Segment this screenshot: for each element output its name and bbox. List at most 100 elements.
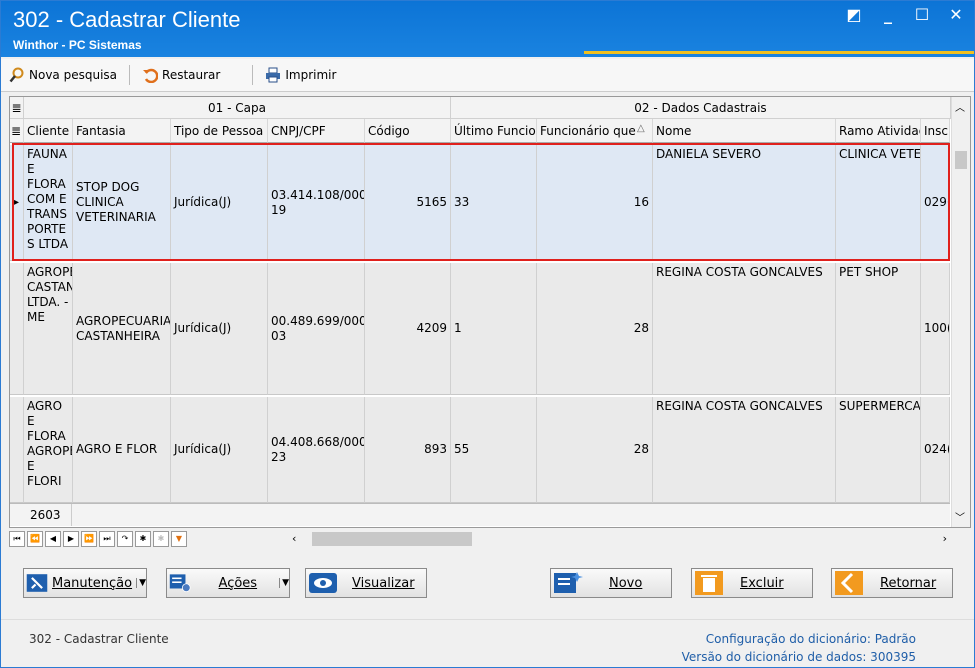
status-screen-name: 302 - Cadastrar Cliente [29,632,169,646]
acoes-dropdown-icon[interactable]: ▼ [279,578,289,588]
search-icon [9,67,24,83]
restore-layout-icon[interactable]: ◩ [846,7,862,23]
col-nome[interactable]: Nome [653,119,836,143]
last-record-icon[interactable]: ⏭ [99,531,115,547]
cancel-edit-icon[interactable]: ✱ [153,531,169,547]
eye-icon [309,573,337,593]
actions-icon [169,574,191,593]
cell-funcionario: 28 [537,397,653,503]
novo-label: Novo [609,575,643,591]
first-record-icon[interactable]: ⏮ [9,531,25,547]
window-title: 302 - Cadastrar Cliente [13,7,241,32]
col-fantasia[interactable]: Fantasia [73,119,171,143]
maintenance-icon [26,574,48,592]
visualizar-button[interactable]: Visualizar [305,568,427,598]
cell-cnpj: 04.408.668/0001-23 [268,397,365,503]
acoes-label: Ações [218,575,258,591]
cell-fantasia: STOP DOG CLINICA VETERINARIA [73,145,171,261]
minimize-icon[interactable]: _ [880,7,896,23]
cell-insc: 100( [921,263,950,395]
sort-asc-icon: △ [637,123,645,134]
table-row[interactable]: ▸ FAUNA E FLORA COM E TRANS PORTE S LTDA… [10,145,950,261]
clients-grid: ≣ 01 - Capa 02 - Dados Cadastrais ≣ Clie… [9,96,971,528]
horizontal-scrollbar[interactable]: ‹ › [284,529,969,549]
cell-tipo: Jurídica(J) [171,263,268,395]
manutencao-button[interactable]: Manutenção ▼ [23,568,147,598]
cell-cliente: AGRO E FLORA AGROPECUARIA E FLORI [24,397,73,503]
insert-record-icon[interactable]: ✱ [135,531,151,547]
nova-pesquisa-label: Nova pesquisa [29,68,118,82]
restaurar-button[interactable]: Restaurar [134,64,228,86]
status-dictionary-config: Configuração do dicionário: Padrão [705,632,916,646]
undo-icon [143,68,159,83]
cell-cnpj: 03.414.108/0001-19 [268,145,365,261]
close-icon[interactable]: ✕ [948,7,964,23]
maximize-icon[interactable]: ☐ [914,7,930,23]
scroll-down-icon[interactable]: ﹀ [955,509,965,524]
col-tipo-pessoa[interactable]: Tipo de Pessoa [171,119,268,143]
filter-icon[interactable]: ▼ [171,531,187,547]
imprimir-button[interactable]: Imprimir [257,64,344,86]
col-cnpj[interactable]: CNPJ/CPF [268,119,365,143]
refresh-icon[interactable]: ↷ [117,531,133,547]
row-pointer-icon: ▸ [10,145,24,261]
retornar-label: Retornar [880,575,937,591]
action-bar: Manutenção ▼ Ações ▼ Visualizar Novo Exc… [1,561,974,605]
col-codigo[interactable]: Código [365,119,451,143]
record-navigator: ⏮ ⏪ ◀ ▶ ⏩ ⏭ ↷ ✱ ✱ ▼ ‹ › [9,529,969,549]
scroll-right-icon[interactable]: › [943,532,947,545]
trash-icon [695,571,723,595]
horizontal-scroll-thumb[interactable] [312,532,472,546]
cell-ultimo: 33 [451,145,537,261]
cell-ramo: PET SHOP [836,263,921,395]
cell-cliente: AGROPECUARIA CASTANHEIRA LTDA. - ME [24,263,73,395]
cell-funcionario: 16 [537,145,653,261]
title-bar: 302 - Cadastrar Cliente Winthor - PC Sis… [1,1,974,57]
table-row[interactable]: AGRO E FLORA AGROPECUARIA E FLORI AGRO E… [10,397,950,503]
restaurar-label: Restaurar [162,68,221,82]
cell-fantasia: AGROPECUARIA CASTANHEIRA [73,263,171,395]
cell-ultimo: 1 [451,263,537,395]
novo-button[interactable]: Novo [550,568,672,598]
toolbar-divider [252,65,254,85]
imprimir-label: Imprimir [285,68,337,82]
band-capa: 01 - Capa [24,97,451,119]
cell-nome: DANIELA SEVERO [653,145,836,261]
band-dados-cadastrais: 02 - Dados Cadastrais [451,97,951,119]
record-count: 2603 [24,504,72,526]
nova-pesquisa-button[interactable]: Nova pesquisa [1,64,125,86]
cell-codigo: 893 [365,397,451,503]
col-insc[interactable]: Insc [921,119,950,143]
cell-cliente: FAUNA E FLORA COM E TRANS PORTE S LTDA [24,145,73,261]
cell-cnpj: 00.489.699/0001-03 [268,263,365,395]
scroll-up-icon[interactable]: ︿ [955,99,965,114]
col-ramo-atividade[interactable]: Ramo Atividade [836,119,921,143]
main-window: 302 - Cadastrar Cliente Winthor - PC Sis… [0,0,975,668]
new-record-icon [554,572,583,593]
next-record-icon[interactable]: ▶ [63,531,79,547]
table-row[interactable]: AGROPECUARIA CASTANHEIRA LTDA. - ME AGRO… [10,263,950,395]
col-funcionario[interactable]: Funcionário que [537,119,653,143]
next-page-icon[interactable]: ⏩ [81,531,97,547]
cell-fantasia: AGRO E FLOR [73,397,171,503]
prev-page-icon[interactable]: ⏪ [27,531,43,547]
printer-icon [266,67,281,83]
cell-insc: 024( [921,397,950,503]
cell-funcionario: 28 [537,263,653,395]
back-arrow-icon [835,571,863,595]
vertical-scrollbar[interactable]: ︿ ﹀ [951,97,970,527]
visualizar-label: Visualizar [352,575,415,591]
cell-nome: REGINA COSTA GONCALVES [653,397,836,503]
status-bar: 302 - Cadastrar Cliente Configuração do … [1,619,974,667]
prev-record-icon[interactable]: ◀ [45,531,61,547]
manutencao-dropdown-icon[interactable]: ▼ [136,578,146,588]
vertical-scroll-thumb[interactable] [955,151,967,169]
excluir-button[interactable]: Excluir [691,568,813,598]
cell-tipo: Jurídica(J) [171,145,268,261]
row-indicator [10,397,24,503]
scroll-left-icon[interactable]: ‹ [292,532,296,545]
col-ultimo-funcionario[interactable]: Último Funcionário [451,119,537,143]
col-cliente[interactable]: Cliente [24,119,73,143]
acoes-button[interactable]: Ações ▼ [166,568,290,598]
retornar-button[interactable]: Retornar [831,568,953,598]
